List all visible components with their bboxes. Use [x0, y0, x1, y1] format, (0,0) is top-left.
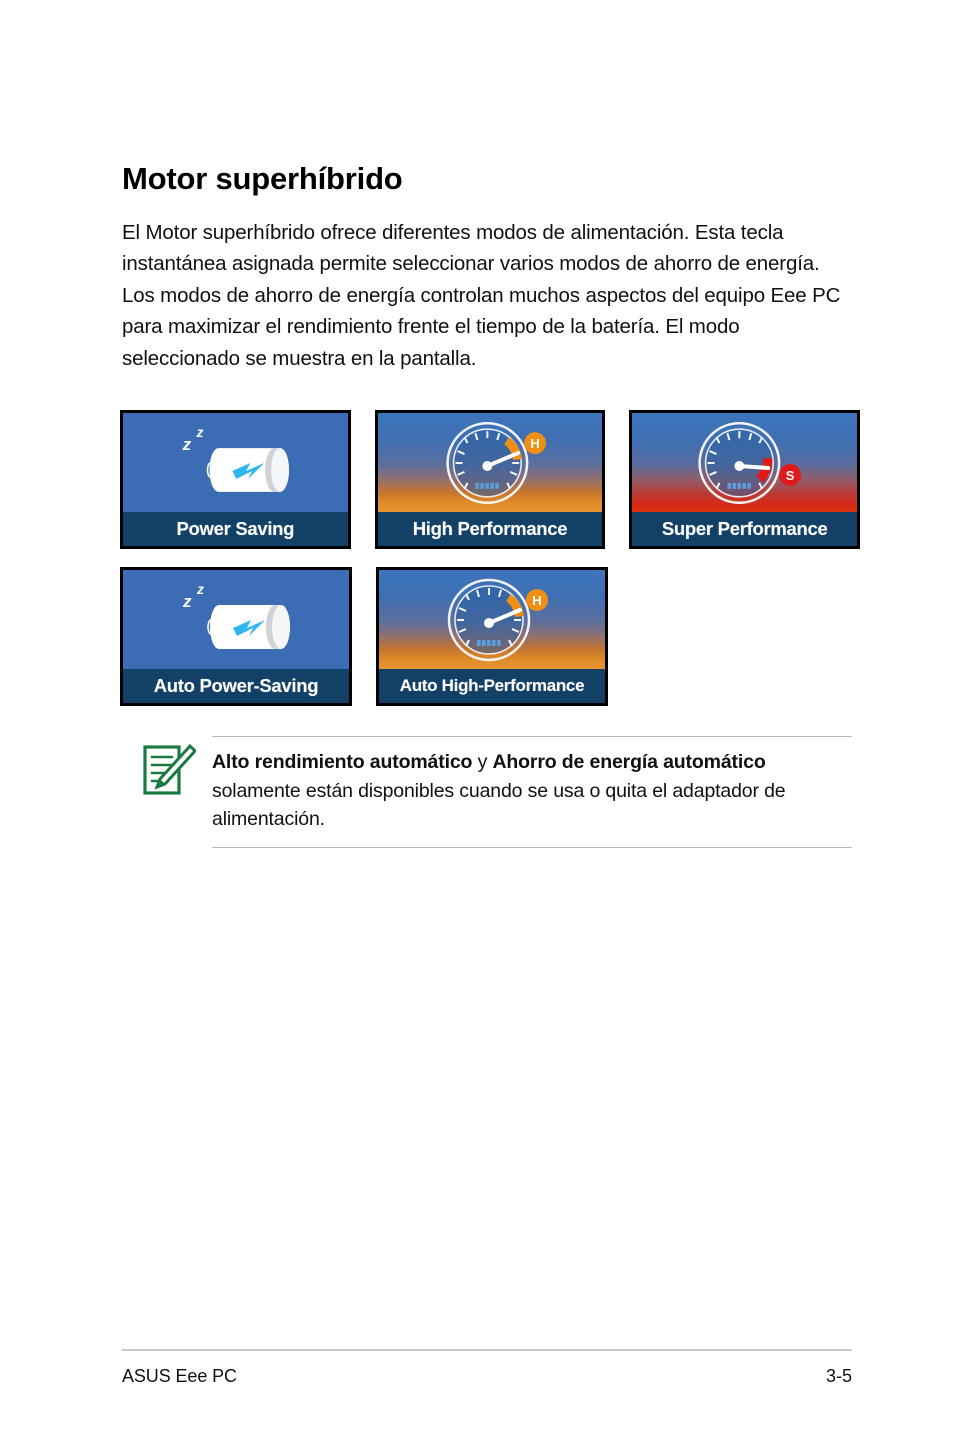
tile-image-high-performance: H: [377, 413, 603, 512]
gauge-high-icon: H: [447, 578, 548, 662]
svg-text:z: z: [196, 581, 204, 597]
document-page: Motor superhíbrido El Motor superhíbrido…: [0, 0, 954, 1438]
note-rest: solamente están disponibles cuando se us…: [212, 779, 786, 831]
power-mode-tile-grid: z z Power Saving H High Performance S Su…: [120, 410, 861, 724]
svg-text:z: z: [196, 424, 204, 440]
footer-divider: [122, 1349, 852, 1351]
tile-row-1: z z Power Saving H High Performance S Su…: [120, 410, 861, 549]
tile-image-super-performance: S: [632, 413, 858, 512]
note-body: Alto rendimiento automático y Ahorro de …: [212, 736, 852, 848]
note-bold-2: Ahorro de energía automático: [492, 751, 766, 773]
note-rule-bottom: [212, 846, 852, 848]
note-bold-1: Alto rendimiento automático: [212, 751, 473, 773]
badge-super-letter: S: [786, 468, 795, 483]
badge-high-letter: H: [530, 436, 539, 451]
battery-sleep-icon: z z: [182, 581, 290, 649]
tile-power-saving[interactable]: z z Power Saving: [120, 410, 351, 549]
footer-page-number: 3-5: [825, 1366, 852, 1386]
gauge-high-icon: H: [446, 421, 546, 505]
tile-row-2: z z Auto Power-Saving H Auto High-Perfor…: [120, 567, 860, 706]
tile-auto-power-saving[interactable]: z z Auto Power-Saving: [120, 567, 352, 706]
tile-image-auto-high-performance: H: [379, 570, 605, 669]
tile-super-performance[interactable]: S Super Performance: [629, 410, 861, 549]
badge-high-letter: H: [532, 593, 541, 608]
tile-high-performance[interactable]: H High Performance: [374, 410, 606, 549]
page-title: Motor superhíbrido: [122, 160, 403, 196]
note-conjunction: y: [472, 751, 493, 773]
note-text: Alto rendimiento automático y Ahorro de …: [212, 737, 852, 847]
tile-auto-high-performance[interactable]: H Auto High-Performance: [376, 567, 608, 706]
tile-label-power-saving: Power Saving: [123, 512, 348, 546]
gauge-super-icon: S: [698, 421, 802, 505]
svg-text:z: z: [182, 435, 192, 454]
note-pencil-icon: [143, 743, 196, 795]
tile-label-super-performance: Super Performance: [632, 512, 858, 546]
tile-image-power-saving: z z: [123, 413, 348, 512]
svg-text:z: z: [182, 592, 192, 611]
tile-label-auto-high-performance: Auto High-Performance: [379, 669, 605, 703]
body-paragraph: El Motor superhíbrido ofrece diferentes …: [122, 220, 841, 370]
battery-sleep-icon: z z: [182, 424, 290, 492]
tile-label-auto-power-saving: Auto Power-Saving: [123, 669, 349, 703]
tile-image-auto-power-saving: z z: [123, 570, 349, 669]
tile-label-high-performance: High Performance: [377, 512, 603, 546]
